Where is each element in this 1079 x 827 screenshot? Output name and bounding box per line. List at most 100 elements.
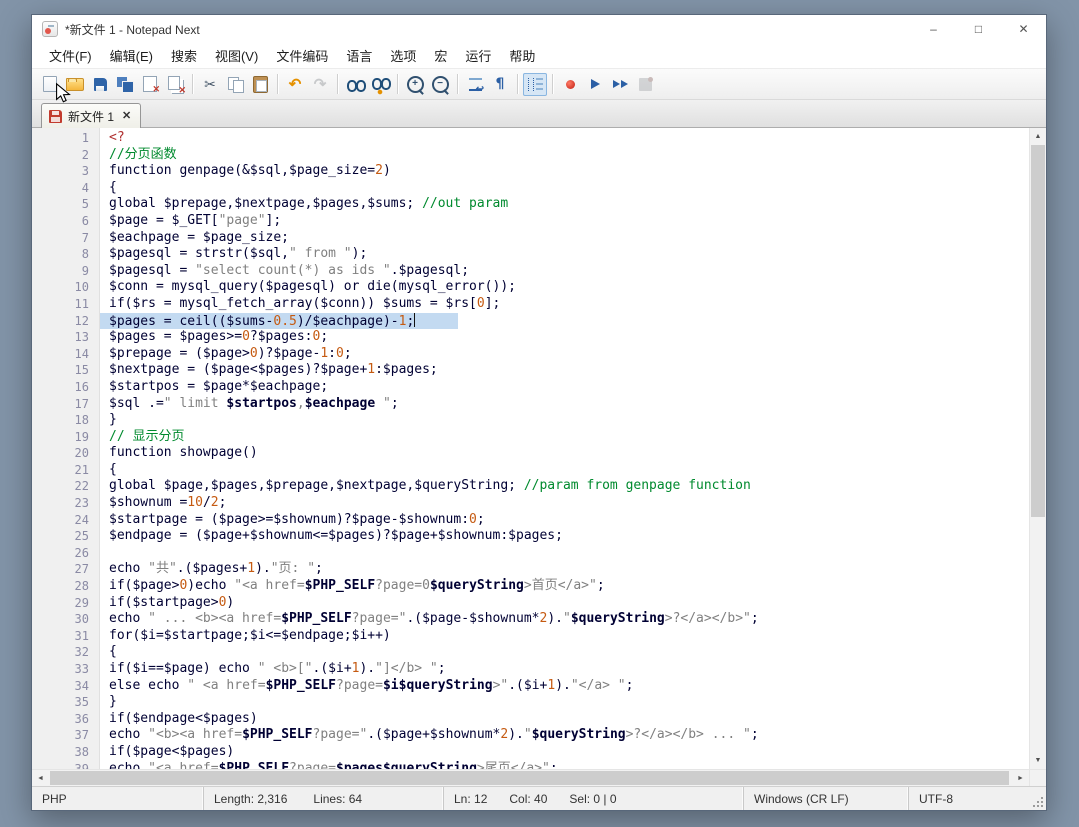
record-macro-icon[interactable] bbox=[558, 73, 582, 96]
code-line-9[interactable]: $pagesql = "select count(*) as ids ".$pa… bbox=[100, 263, 1029, 280]
code-view[interactable]: <?//分页函数function genpage(&$sql,$page_siz… bbox=[100, 128, 1029, 769]
code-line-11[interactable]: if($rs = mysql_fetch_array($conn)) $sums… bbox=[100, 296, 1029, 313]
code-segment: $PHP_SELF bbox=[266, 678, 336, 693]
code-line-13[interactable]: $pages = $pages>=0?$pages:0; bbox=[100, 329, 1029, 346]
tab-close-icon[interactable]: ✕ bbox=[122, 111, 131, 122]
line-number-22: 22 bbox=[32, 478, 89, 495]
code-line-14[interactable]: $prepage = ($page>0)?$page-1:0; bbox=[100, 346, 1029, 363]
code-line-39[interactable]: echo "<a href=$PHP_SELF?page=$pages$quer… bbox=[100, 761, 1029, 769]
resize-grip[interactable] bbox=[1031, 795, 1043, 807]
code-segment: $pages$queryString bbox=[336, 761, 477, 769]
code-segment: $startpos bbox=[226, 396, 296, 411]
code-line-10[interactable]: $conn = mysql_query($pagesql) or die(mys… bbox=[100, 279, 1029, 296]
vertical-scrollbar[interactable]: ▲ ▼ bbox=[1029, 128, 1046, 769]
find-icon[interactable] bbox=[343, 73, 367, 96]
word-wrap-icon[interactable] bbox=[463, 73, 487, 96]
menu-item-3[interactable]: 视图(V) bbox=[206, 42, 267, 69]
play-macro-icon[interactable] bbox=[583, 73, 607, 96]
code-line-35[interactable]: } bbox=[100, 694, 1029, 711]
code-line-37[interactable]: echo "<b><a href=$PHP_SELF?page=".($page… bbox=[100, 727, 1029, 744]
scroll-down-icon[interactable]: ▼ bbox=[1030, 752, 1046, 769]
status-language: PHP bbox=[32, 787, 204, 810]
menu-item-9[interactable]: 帮助 bbox=[500, 42, 544, 69]
code-line-22[interactable]: global $page,$pages,$prepage,$nextpage,$… bbox=[100, 478, 1029, 495]
code-line-33[interactable]: if($i==$page) echo " <b>[".($i+1)."]</b>… bbox=[100, 661, 1029, 678]
code-line-27[interactable]: echo "共".($pages+1)."页: "; bbox=[100, 561, 1029, 578]
code-line-32[interactable]: { bbox=[100, 644, 1029, 661]
code-line-36[interactable]: if($endpage<$pages) bbox=[100, 711, 1029, 728]
code-segment: " bbox=[563, 611, 571, 626]
menu-item-5[interactable]: 语言 bbox=[337, 42, 381, 69]
code-line-24[interactable]: $startpage = ($page>=$shownum)?$page-$sh… bbox=[100, 512, 1029, 529]
menu-item-6[interactable]: 选项 bbox=[381, 42, 425, 69]
code-line-20[interactable]: function showpage() bbox=[100, 445, 1029, 462]
code-line-12[interactable]: $pages = ceil(($sums-0.5)/$eachpage)-1; bbox=[100, 313, 1029, 330]
code-line-26[interactable] bbox=[100, 545, 1029, 562]
menu-bar: 文件(F)编辑(E)搜索视图(V)文件编码语言选项宏运行帮助 bbox=[32, 43, 1046, 69]
maximize-button[interactable]: □ bbox=[956, 15, 1001, 43]
code-line-15[interactable]: $nextpage = ($page<$pages)?$page+1:$page… bbox=[100, 362, 1029, 379]
code-segment: "</a> " bbox=[571, 678, 626, 693]
scroll-left-icon[interactable]: ◄ bbox=[32, 770, 49, 786]
menu-item-4[interactable]: 文件编码 bbox=[267, 42, 337, 69]
cut-icon[interactable] bbox=[198, 73, 222, 96]
code-line-28[interactable]: if($page>0)echo "<a href=$PHP_SELF?page=… bbox=[100, 578, 1029, 595]
code-line-21[interactable]: { bbox=[100, 462, 1029, 479]
menu-item-8[interactable]: 运行 bbox=[456, 42, 500, 69]
code-line-6[interactable]: $page = $_GET["page"]; bbox=[100, 213, 1029, 230]
close-file-icon[interactable] bbox=[138, 73, 162, 96]
menu-item-0[interactable]: 文件(F) bbox=[40, 42, 101, 69]
code-line-34[interactable]: else echo " <a href=$PHP_SELF?page=$i$qu… bbox=[100, 678, 1029, 695]
code-line-30[interactable]: echo " ... <b><a href=$PHP_SELF?page=".(… bbox=[100, 611, 1029, 628]
tab-new-file-1[interactable]: 新文件 1 ✕ bbox=[41, 103, 141, 128]
title-bar[interactable]: *新文件 1 - Notepad Next – □ ✕ bbox=[32, 15, 1046, 43]
new-file-icon[interactable] bbox=[38, 73, 62, 96]
paste-icon[interactable] bbox=[248, 73, 272, 96]
close-button[interactable]: ✕ bbox=[1001, 15, 1046, 43]
save-file-icon[interactable] bbox=[88, 73, 112, 96]
code-line-18[interactable]: } bbox=[100, 412, 1029, 429]
show-all-characters-icon[interactable] bbox=[488, 73, 512, 96]
scroll-right-icon[interactable]: ► bbox=[1012, 770, 1029, 786]
code-segment: 0 bbox=[469, 512, 477, 527]
code-line-25[interactable]: $endpage = ($page+$shownum<=$pages)?$pag… bbox=[100, 528, 1029, 545]
code-line-38[interactable]: if($page<$pages) bbox=[100, 744, 1029, 761]
code-line-4[interactable]: { bbox=[100, 180, 1029, 197]
code-line-8[interactable]: $pagesql = strstr($sql," from "); bbox=[100, 246, 1029, 263]
code-line-31[interactable]: for($i=$startpage;$i<=$endpage;$i++) bbox=[100, 628, 1029, 645]
zoom-out-icon[interactable] bbox=[428, 73, 452, 96]
vertical-scroll-thumb[interactable] bbox=[1031, 145, 1045, 517]
code-segment: )echo bbox=[187, 578, 234, 593]
indentation-guides-icon[interactable] bbox=[523, 73, 547, 96]
code-line-17[interactable]: $sql .=" limit $startpos,$eachpage "; bbox=[100, 396, 1029, 413]
code-line-7[interactable]: $eachpage = $page_size; bbox=[100, 230, 1029, 247]
open-file-icon[interactable] bbox=[63, 73, 87, 96]
minimize-button[interactable]: – bbox=[911, 15, 956, 43]
line-number-7: 7 bbox=[32, 230, 89, 247]
zoom-in-icon[interactable] bbox=[403, 73, 427, 96]
undo-icon[interactable] bbox=[283, 73, 307, 96]
line-number-25: 25 bbox=[32, 528, 89, 545]
menu-item-1[interactable]: 编辑(E) bbox=[101, 42, 162, 69]
menu-item-2[interactable]: 搜索 bbox=[162, 42, 206, 69]
redo-icon bbox=[308, 73, 332, 96]
horizontal-scrollbar[interactable]: ◄ ► bbox=[32, 769, 1046, 786]
code-line-2[interactable]: //分页函数 bbox=[100, 147, 1029, 164]
code-segment: >尾页</a>" bbox=[477, 761, 550, 769]
code-line-19[interactable]: // 显示分页 bbox=[100, 429, 1029, 446]
code-line-1[interactable]: <? bbox=[100, 130, 1029, 147]
scroll-up-icon[interactable]: ▲ bbox=[1030, 128, 1046, 145]
save-all-icon[interactable] bbox=[113, 73, 137, 96]
code-line-3[interactable]: function genpage(&$sql,$page_size=2) bbox=[100, 163, 1029, 180]
horizontal-scroll-thumb[interactable] bbox=[50, 771, 1009, 785]
code-line-16[interactable]: $startpos = $page*$eachpage; bbox=[100, 379, 1029, 396]
code-line-5[interactable]: global $prepage,$nextpage,$pages,$sums; … bbox=[100, 196, 1029, 213]
menu-item-7[interactable]: 宏 bbox=[425, 42, 456, 69]
code-line-23[interactable]: $shownum =10/2; bbox=[100, 495, 1029, 512]
line-number-gutter[interactable]: 1234567891011121314151617181920212223242… bbox=[32, 128, 100, 769]
copy-icon[interactable] bbox=[223, 73, 247, 96]
replace-icon[interactable] bbox=[368, 73, 392, 96]
code-line-29[interactable]: if($startpage>0) bbox=[100, 595, 1029, 612]
close-all-icon[interactable] bbox=[163, 73, 187, 96]
run-macro-multiple-icon[interactable] bbox=[608, 73, 632, 96]
